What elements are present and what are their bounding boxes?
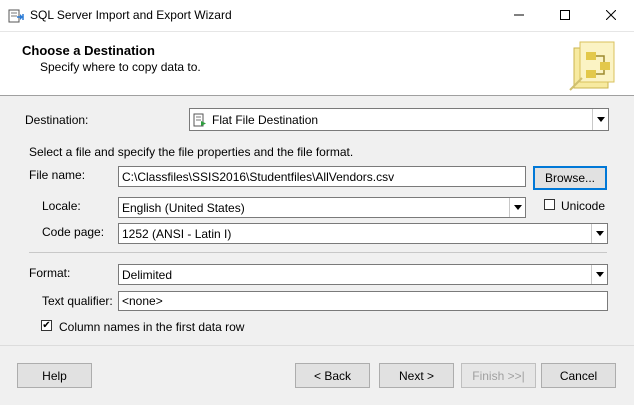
window-title: SQL Server Import and Export Wizard bbox=[30, 8, 232, 22]
unicode-label: Unicode bbox=[561, 199, 606, 213]
file-name-input[interactable]: C:\Classfiles\SSIS2016\Studentfiles\AllV… bbox=[118, 166, 526, 187]
locale-value: English (United States) bbox=[122, 200, 245, 215]
close-button[interactable] bbox=[588, 0, 634, 30]
text-qualifier-input[interactable]: <none> bbox=[118, 291, 608, 311]
column-names-label: Column names in the first data row bbox=[59, 320, 245, 334]
code-page-label: Code page: bbox=[42, 225, 105, 239]
code-page-dropdown[interactable]: 1252 (ANSI - Latin I) bbox=[118, 223, 608, 244]
format-label: Format: bbox=[29, 266, 71, 280]
chevron-down-icon bbox=[509, 198, 525, 217]
format-dropdown[interactable]: Delimited bbox=[118, 264, 608, 285]
minimize-icon bbox=[514, 14, 524, 16]
unicode-checkbox[interactable] bbox=[544, 199, 555, 210]
browse-button[interactable]: Browse... bbox=[533, 166, 607, 190]
next-button[interactable]: Next > bbox=[379, 363, 454, 388]
text-qualifier-label: Text qualifier: bbox=[42, 294, 113, 308]
destination-label: Destination: bbox=[25, 113, 89, 127]
chevron-down-icon bbox=[592, 109, 608, 130]
file-name-label: File name: bbox=[29, 168, 86, 182]
checkmark-icon: ✔ bbox=[42, 319, 51, 331]
chevron-down-icon bbox=[591, 265, 607, 284]
minimize-button[interactable] bbox=[496, 0, 542, 30]
chevron-down-icon bbox=[591, 224, 607, 243]
code-page-value: 1252 (ANSI - Latin I) bbox=[122, 226, 232, 241]
wizard-app-icon bbox=[8, 9, 24, 23]
footer-divider bbox=[0, 345, 634, 346]
page-subtitle: Specify where to copy data to. bbox=[40, 60, 201, 74]
page-title: Choose a Destination bbox=[22, 43, 155, 58]
flat-file-icon bbox=[193, 113, 206, 127]
destination-dropdown[interactable]: Flat File Destination bbox=[189, 108, 609, 131]
destination-value: Flat File Destination bbox=[212, 112, 319, 127]
instructions-text: Select a file and specify the file prope… bbox=[29, 145, 354, 159]
help-button[interactable]: Help bbox=[17, 363, 92, 388]
maximize-button[interactable] bbox=[542, 0, 588, 30]
maximize-icon bbox=[560, 10, 570, 20]
destination-wizard-icon bbox=[569, 41, 615, 91]
section-divider bbox=[29, 252, 607, 253]
locale-dropdown[interactable]: English (United States) bbox=[118, 197, 526, 218]
finish-button[interactable]: Finish >>| bbox=[461, 363, 536, 388]
close-icon bbox=[606, 10, 616, 20]
column-names-checkbox[interactable]: ✔ bbox=[41, 320, 52, 331]
back-button[interactable]: < Back bbox=[295, 363, 370, 388]
locale-label: Locale: bbox=[42, 199, 81, 213]
format-value: Delimited bbox=[122, 267, 173, 282]
cancel-button[interactable]: Cancel bbox=[541, 363, 616, 388]
